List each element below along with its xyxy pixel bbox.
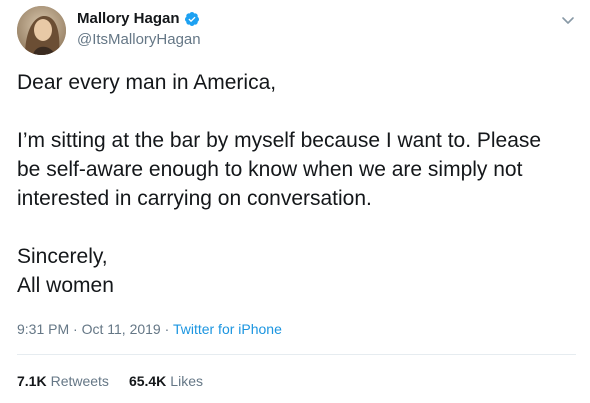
name-row: Mallory Hagan [77, 9, 201, 29]
tweet-line: interested in carrying on conversation. [17, 187, 372, 210]
verified-badge-icon [184, 11, 200, 27]
profile-photo-icon [17, 6, 66, 55]
meta-separator: · [164, 321, 170, 337]
tweet-date[interactable]: Oct 11, 2019 [82, 321, 161, 337]
tweet-line: Dear every man in America, [17, 71, 277, 94]
user-handle[interactable]: @ItsMalloryHagan [77, 30, 201, 50]
likes-count: 65.4K [128, 373, 167, 389]
tweet-line: be self-aware enough to know when we are… [17, 158, 523, 181]
retweets-label: Retweets [50, 373, 109, 389]
retweets-stat[interactable]: 7.1K Retweets [17, 372, 109, 390]
tweet-line: All women [17, 274, 114, 297]
author-info: Mallory Hagan @ItsMalloryHagan [77, 9, 201, 50]
chevron-down-icon[interactable] [560, 12, 576, 28]
tweet-card: Mallory Hagan @ItsMalloryHagan Dear ever… [0, 0, 590, 403]
tweet-meta: 9:31 PM · Oct 11, 2019 · Twitter for iPh… [17, 320, 282, 338]
avatar[interactable] [17, 6, 66, 55]
tweet-source-link[interactable]: Twitter for iPhone [173, 321, 282, 337]
likes-label: Likes [170, 373, 203, 389]
tweet-time[interactable]: 9:31 PM [17, 321, 69, 337]
meta-separator: · [73, 321, 78, 337]
tweet-stats: 7.1K Retweets 65.4K Likes [17, 372, 203, 390]
display-name[interactable]: Mallory Hagan [77, 9, 180, 29]
divider [17, 354, 576, 355]
tweet-text: Dear every man in America, I’m sitting a… [17, 68, 577, 300]
tweet-line: I’m sitting at the bar by myself because… [17, 129, 542, 152]
likes-stat[interactable]: 65.4K Likes [129, 372, 203, 390]
retweets-count: 7.1K [17, 373, 47, 389]
tweet-line: Sincerely, [17, 245, 108, 268]
